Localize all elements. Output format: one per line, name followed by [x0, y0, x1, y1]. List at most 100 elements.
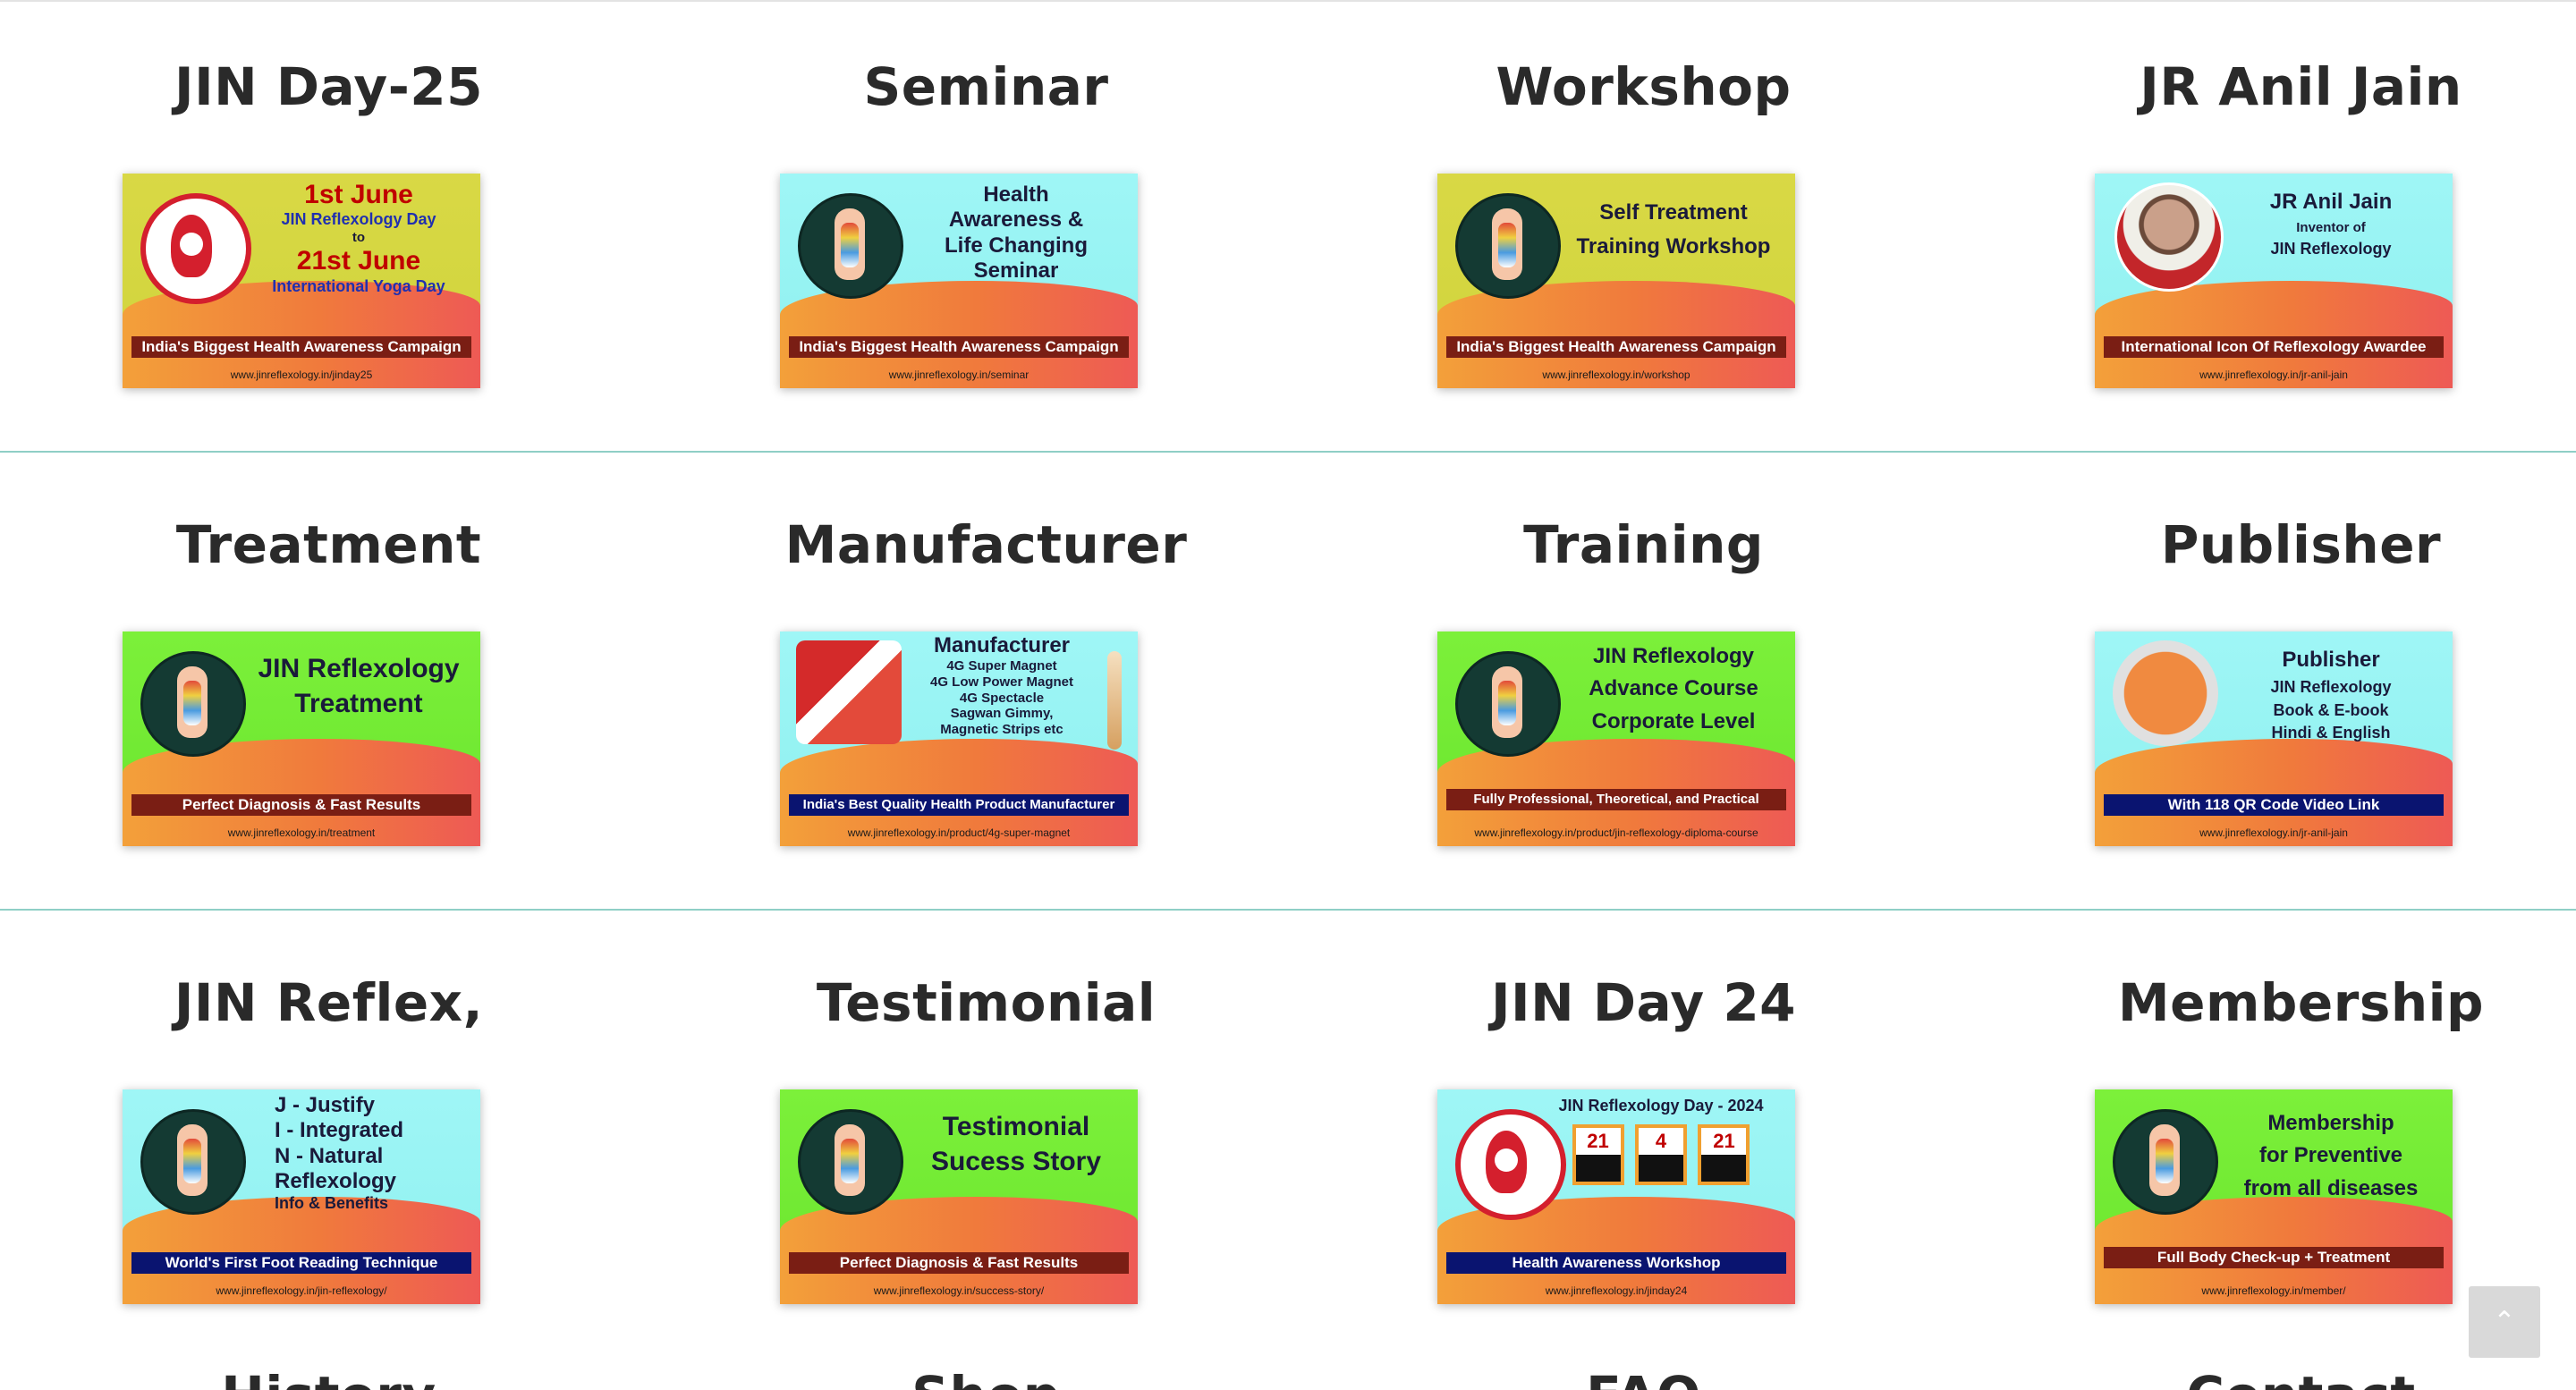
card-line: Training Workshop — [1576, 234, 1771, 259]
day-number: 21 — [1701, 1128, 1747, 1156]
card-url: www.jinreflexology.in/workshop — [1542, 369, 1690, 381]
product-collage — [796, 640, 902, 744]
portrait-photo — [2114, 182, 2224, 292]
card-line: Corporate Level — [1591, 708, 1756, 733]
cell-title[interactable]: JIN Day-25 — [0, 47, 657, 127]
card-text: 1st June JIN Reflexology Day to 21st Jun… — [246, 179, 471, 296]
card-text: Self Treatment Training Workshop — [1561, 200, 1786, 260]
row-divider — [0, 909, 2576, 911]
card-text: Manufacturer 4G Super Magnet 4G Low Powe… — [902, 633, 1102, 738]
cell-title[interactable]: Publisher — [1972, 504, 2576, 585]
cell-title[interactable]: JIN Day 24 — [1315, 962, 1972, 1043]
cell-title[interactable]: JR Anil Jain — [1972, 47, 2576, 127]
card-url: www.jinreflexology.in/product/4g-super-m… — [847, 826, 1071, 839]
grid-cell-jin-reflex: JIN Reflex, J - Justify I - Integrated N… — [0, 962, 657, 1304]
jin-reflexology-logo-icon — [140, 1109, 246, 1215]
card-membership[interactable]: Membership for Preventive from all disea… — [2095, 1089, 2453, 1304]
card-line: Sucess Story — [930, 1147, 1102, 1177]
card-line: from all diseases — [2243, 1175, 2419, 1200]
card-line: JIN Reflexology Day — [281, 210, 436, 229]
cell-title[interactable]: Shop — [657, 1349, 1315, 1390]
card-banner: International Icon Of Reflexology Awarde… — [2104, 336, 2444, 358]
card-banner: With 118 QR Code Video Link — [2104, 794, 2444, 816]
card-line: 4G Super Magnet — [946, 658, 1057, 674]
card-line: JIN Reflexology Day - 2024 — [1558, 1097, 1764, 1115]
card-line: Testimonial — [942, 1112, 1090, 1141]
card-line: Hindi & English — [2271, 723, 2391, 742]
card-url: www.jinreflexology.in/jinday25 — [230, 369, 373, 381]
card-manufacturer[interactable]: Manufacturer 4G Super Magnet 4G Low Powe… — [780, 631, 1138, 846]
day-box: 21 — [1572, 1124, 1624, 1186]
chevron-up-icon: ⌃ — [2493, 1306, 2516, 1337]
card-publisher[interactable]: Publisher JIN Reflexology Book & E-book … — [2095, 631, 2453, 846]
grid-cell-publisher: Publisher Publisher JIN Reflexology Book… — [1972, 504, 2576, 846]
cell-title[interactable]: Manufacturer — [657, 504, 1315, 585]
grid-cell-shop: Shop — [657, 1349, 1315, 1390]
book-image — [2113, 640, 2218, 746]
card-jin-reflex[interactable]: J - Justify I - Integrated N - Natural R… — [123, 1089, 480, 1304]
card-line: Health — [983, 182, 1049, 207]
card-line: Advance Course — [1589, 676, 1758, 701]
card-line: Reflexology — [275, 1168, 397, 1193]
card-line: Seminar — [973, 258, 1059, 283]
card-url: www.jinreflexology.in/member/ — [2201, 1284, 2346, 1297]
grid-cell-jin-day-25: JIN Day-25 1st June JIN Reflexology Day … — [0, 47, 657, 388]
cell-title[interactable]: Seminar — [657, 47, 1315, 127]
card-url: www.jinreflexology.in/jr-anil-jain — [2199, 369, 2348, 381]
card-line: Magnetic Strips etc — [940, 722, 1063, 738]
card-text: J - Justify I - Integrated N - Natural R… — [275, 1093, 471, 1213]
card-jr-anil-jain[interactable]: JR Anil Jain Inventor of JIN Reflexology… — [2095, 174, 2453, 388]
card-banner: Fully Professional, Theoretical, and Pra… — [1446, 789, 1786, 810]
card-line: I - Integrated — [275, 1118, 404, 1143]
jin-reflexology-logo-icon — [2113, 1109, 2218, 1215]
day-boxes: 21 4 21 — [1536, 1124, 1786, 1186]
grid-cell-history: History — [0, 1349, 657, 1390]
grid-cell-training: Training JIN Reflexology Advance Course … — [1315, 504, 1972, 846]
card-seminar[interactable]: Health Awareness & Life Changing Seminar… — [780, 174, 1138, 388]
card-treatment[interactable]: JIN Reflexology Treatment Perfect Diagno… — [123, 631, 480, 846]
card-jin-day-25[interactable]: 1st June JIN Reflexology Day to 21st Jun… — [123, 174, 480, 388]
card-line: JIN Reflexology — [258, 654, 460, 683]
scroll-to-top-button[interactable]: ⌃ — [2469, 1286, 2540, 1358]
grid-cell-testimonial: Testimonial Testimonial Sucess Story Per… — [657, 962, 1315, 1304]
card-banner: India's Best Quality Health Product Manu… — [789, 794, 1129, 816]
jin-reflexology-logo-icon — [798, 1109, 903, 1215]
card-line: Treatment — [294, 689, 423, 719]
card-line: JR Anil Jain — [2269, 190, 2393, 214]
cell-title[interactable]: JIN Reflex, — [0, 962, 657, 1043]
card-line: 4G Low Power Magnet — [929, 674, 1074, 690]
card-line: Publisher — [2282, 648, 2380, 672]
card-url: www.jinreflexology.in/jinday24 — [1545, 1284, 1688, 1297]
card-text: JIN Reflexology Day - 2024 21 4 21 — [1536, 1097, 1786, 1186]
card-training[interactable]: JIN Reflexology Advance Course Corporate… — [1437, 631, 1795, 846]
card-url: www.jinreflexology.in/jr-anil-jain — [2199, 826, 2348, 839]
jin-reflexology-logo-icon — [1455, 651, 1561, 757]
card-line: Self Treatment — [1599, 200, 1748, 225]
card-jin-day-24[interactable]: JIN Reflexology Day - 2024 21 4 21 Healt… — [1437, 1089, 1795, 1304]
card-banner: Perfect Diagnosis & Fast Results — [131, 794, 471, 816]
card-text: JR Anil Jain Inventor of JIN Reflexology — [2218, 190, 2444, 259]
card-line: 4G Spectacle — [959, 690, 1045, 706]
card-workshop[interactable]: Self Treatment Training Workshop India's… — [1437, 174, 1795, 388]
card-line: N - Natural — [275, 1143, 384, 1168]
card-url: www.jinreflexology.in/treatment — [227, 826, 376, 839]
cell-title[interactable]: History — [0, 1349, 657, 1390]
cell-title[interactable]: Workshop — [1315, 47, 1972, 127]
card-line: Awareness & — [948, 208, 1084, 233]
card-url: www.jinreflexology.in/product/jin-reflex… — [1474, 826, 1758, 839]
cell-title[interactable]: Treatment — [0, 504, 657, 585]
card-testimonial[interactable]: Testimonial Sucess Story Perfect Diagnos… — [780, 1089, 1138, 1304]
day-number: 21 — [1575, 1128, 1621, 1156]
card-line: Manufacturer — [933, 633, 1071, 657]
card-text: JIN Reflexology Advance Course Corporate… — [1561, 640, 1786, 734]
grid-cell-jin-day-24: JIN Day 24 JIN Reflexology Day - 2024 21… — [1315, 962, 1972, 1304]
card-banner: India's Biggest Health Awareness Campaig… — [131, 336, 471, 358]
card-text: Publisher JIN Reflexology Book & E-book … — [2218, 648, 2444, 742]
card-line: Info & Benefits — [275, 1194, 389, 1213]
cell-title[interactable]: Training — [1315, 504, 1972, 585]
cell-title[interactable]: Testimonial — [657, 962, 1315, 1043]
cell-title[interactable]: FAQ — [1315, 1349, 1972, 1390]
jin-reflexology-logo-icon — [798, 193, 903, 299]
grid-cell-workshop: Workshop Self Treatment Training Worksho… — [1315, 47, 1972, 388]
cell-title[interactable]: Membership — [1972, 962, 2576, 1043]
